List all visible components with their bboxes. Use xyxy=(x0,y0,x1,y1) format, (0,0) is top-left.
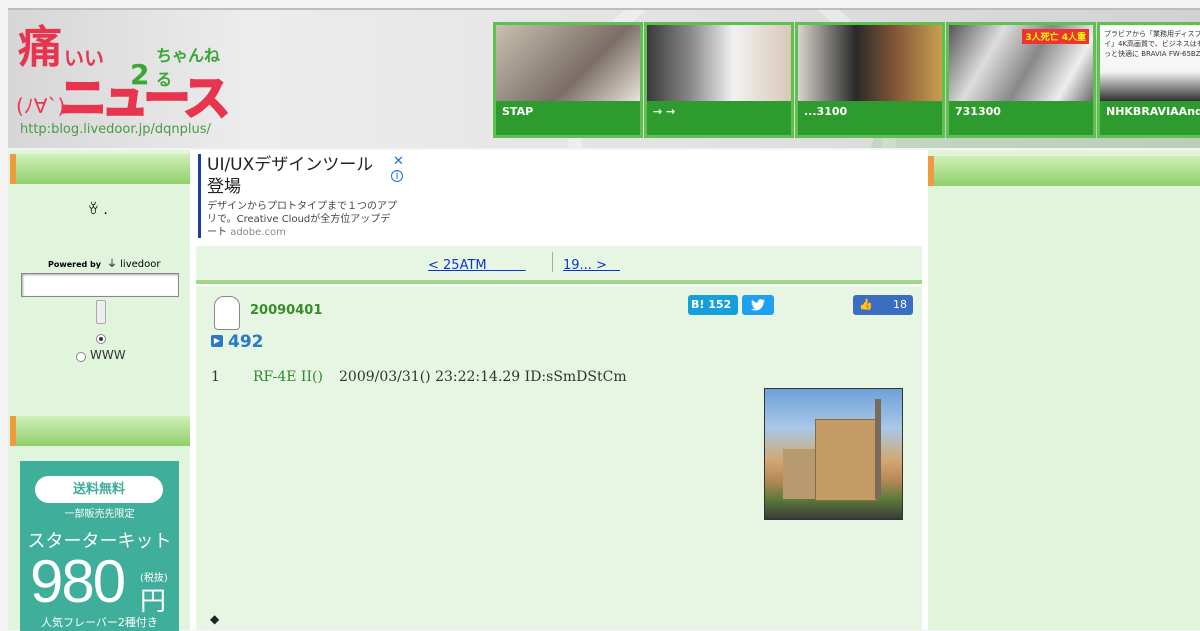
thumbnail-caption: NHKBRAVIAAnd xyxy=(1100,101,1200,135)
response-number: 1 xyxy=(211,369,220,385)
article-photo[interactable] xyxy=(764,388,903,520)
ad-body: デザインからプロトタイプまで１つのアプリで。Creative Cloudが全方位… xyxy=(207,200,398,239)
response-meta: 2009/03/31() 23:22:14.29 ID:sSmDStCm xyxy=(339,369,627,385)
powered-by-livedoor[interactable]: Powered by ⏚ livedoor xyxy=(48,255,160,270)
site-header: 痛 いい 2 ちゃんねる (ﾉ∀`) ニュース http:blog.livedo… xyxy=(8,8,1200,148)
thumbnail-badge: 3人死亡 4人重 xyxy=(1022,29,1089,44)
tweet-button[interactable] xyxy=(742,295,774,315)
sidebar-ad[interactable]: 送料無料 一部販売先限定 スターターキット 980 (税抜) 円 人気フレーバー… xyxy=(20,461,179,631)
sidebar-emoticon: ꈊ . xyxy=(88,202,108,218)
ad-close-icon[interactable]: ✕ xyxy=(393,154,404,169)
bullet-diamond: ◆ xyxy=(210,612,220,626)
pager-separator xyxy=(552,252,553,272)
livedoor-logo: ⏚ livedoor xyxy=(103,259,161,270)
next-article-link[interactable]: 19... > xyxy=(563,254,620,273)
top-ad[interactable]: UI/UXデザインツール登場 デザインからプロトタイプまで１つのアプリで。Cre… xyxy=(198,154,404,239)
radio-blog-search[interactable] xyxy=(96,334,106,344)
header-thumbnail[interactable]: 3人死亡 4人重 731300 xyxy=(946,22,1096,138)
hatena-count: 152 xyxy=(708,298,732,311)
article-date: 20090401 xyxy=(250,303,323,318)
photo-building xyxy=(815,419,877,501)
thumbnail-caption: 731300 xyxy=(949,101,1093,135)
livedoor-label: livedoor xyxy=(120,259,161,270)
thumbnail-image xyxy=(496,25,640,103)
twitter-bird-icon xyxy=(751,299,765,311)
thumbnail-caption: → → xyxy=(647,101,791,135)
ad-yen: 円 xyxy=(140,587,167,617)
response-header: 1 RF-4E II() 2009/03/31() 23:22:14.29 ID:s… xyxy=(211,369,627,385)
radio-www-label: WWW xyxy=(90,348,126,362)
hatena-bookmark-button[interactable]: B! 152 xyxy=(688,295,738,315)
like-count: 18 xyxy=(893,298,907,311)
ad-free-shipping-badge: 送料無料 xyxy=(35,476,163,503)
ad-domain: adobe.com xyxy=(230,227,286,238)
ad-limited-text: 一部販売先限定 xyxy=(64,509,135,520)
powered-by-label: Powered by xyxy=(48,260,101,269)
sidebar-header-bar xyxy=(10,154,190,184)
thumbnail-image xyxy=(647,25,791,103)
photo-building xyxy=(783,449,817,499)
hatena-label: B! xyxy=(691,298,705,311)
ad-headline: UI/UXデザインツール登場 xyxy=(207,155,374,197)
header-thumbnail[interactable]: STAP xyxy=(493,22,643,138)
header-thumbnail[interactable]: ...3100 xyxy=(795,22,945,138)
thumbnail-image xyxy=(798,25,942,103)
logo-news: ニュース xyxy=(59,71,232,125)
logo-kanji: 痛 xyxy=(18,22,62,73)
article-pager: < 25ATM 19... > xyxy=(196,246,922,284)
author-avatar-icon xyxy=(214,296,240,330)
logo-itai: いい xyxy=(64,46,104,70)
header-thumbnail[interactable]: → → xyxy=(644,22,794,138)
title-play-icon: ▶ xyxy=(211,335,223,347)
right-sidebar xyxy=(928,150,1200,630)
thumbs-up-icon: 👍 xyxy=(859,298,873,311)
thumbnail-caption: ...3100 xyxy=(798,101,942,135)
ad-info-icon[interactable]: i xyxy=(391,170,403,182)
header-thumbnail[interactable]: ブラビアから「業務用ディスプレイ」4K高画質で、ビジネスはもっと快適に BRAV… xyxy=(1097,22,1200,138)
photo-tower xyxy=(875,399,881,499)
article: 20090401 B! 152 👍 18 ▶ 492 1 RF-4E II() 20… xyxy=(196,286,922,630)
search-input[interactable] xyxy=(21,273,179,297)
sidebar-header-bar xyxy=(928,156,1200,186)
radio-www-search[interactable] xyxy=(76,352,86,362)
logo-url: http:blog.livedoor.jp/dqnplus/ xyxy=(20,122,211,137)
prev-article-link[interactable]: < 25ATM xyxy=(428,254,526,273)
article-title[interactable]: 492 xyxy=(228,332,264,352)
logo-face: (ﾉ∀`) xyxy=(16,94,66,118)
sidebar-header-bar xyxy=(10,416,190,446)
main-content: UI/UXデザインツール登場 デザインからプロトタイプまで１つのアプリで。Cre… xyxy=(190,150,928,630)
ad-flavor-text: 人気フレーバー2種付き xyxy=(41,616,158,629)
facebook-like-button[interactable]: 👍 18 xyxy=(853,295,913,315)
ad-price: 980 xyxy=(30,548,126,615)
left-sidebar: ꈊ . Powered by ⏚ livedoor WWW 送料無料 一部販売先… xyxy=(8,150,191,631)
thumbnail-caption: STAP xyxy=(496,101,640,135)
search-button[interactable] xyxy=(96,300,106,324)
response-name: RF-4E II() xyxy=(253,369,323,385)
thumbnail-mini-text: ブラビアから「業務用ディスプレイ」4K高画質で、ビジネスはもっと快適に BRAV… xyxy=(1104,30,1200,58)
site-logo[interactable]: 痛 いい 2 ちゃんねる (ﾉ∀`) ニュース http:blog.livedo… xyxy=(14,22,234,138)
